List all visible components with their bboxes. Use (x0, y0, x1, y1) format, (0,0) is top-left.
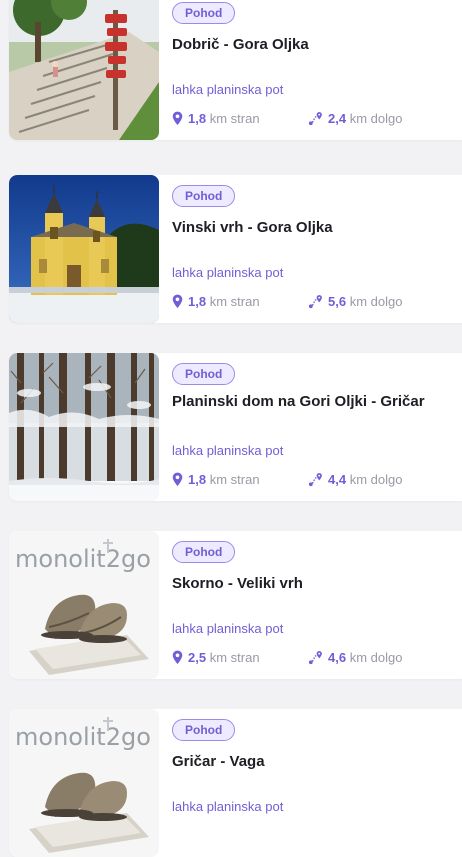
length-stat: 4,6 km dolgo (308, 649, 402, 667)
trail-thumbnail[interactable]: monolit2go (9, 531, 159, 679)
snowy-forest-photo (9, 353, 159, 501)
trail-title: Vinski vrh - Gora Oljka (172, 219, 333, 236)
map-pin-icon (172, 294, 183, 309)
trail-title: Planinski dom na Gori Oljki - Gričar (172, 393, 425, 410)
trail-difficulty: lahka planinska pot (172, 621, 284, 636)
length-label: km dolgo (349, 650, 403, 665)
length-value: 4,6 (328, 650, 347, 665)
monolit2go-boots-placeholder: monolit2go (9, 531, 159, 679)
trail-thumbnail[interactable] (9, 353, 159, 501)
trail-title: Skorno - Veliki vrh (172, 575, 303, 592)
map-pin-icon (172, 650, 183, 665)
category-badge: Pohod (172, 719, 236, 741)
trail-thumbnail[interactable] (9, 0, 159, 140)
distance-stat: 1,8 km stran (172, 293, 260, 311)
trail-stats: 1,8 km stran 5,6 km dolgo (172, 293, 462, 311)
thumb-logo: monolit2go (15, 723, 151, 751)
trail-card[interactable]: Pohod Planinski dom na Gori Oljki - Grič… (9, 353, 462, 501)
distance-label: km stran (209, 650, 260, 665)
trail-info: Pohod Skorno - Veliki vrh lahka planinsk… (172, 531, 454, 679)
trail-title: Dobrič - Gora Oljka (172, 36, 309, 53)
length-value: 2,4 (328, 111, 347, 126)
distance-value: 1,8 (188, 472, 207, 487)
monolit2go-boots-placeholder: monolit2go (9, 709, 159, 857)
trail-stats: 1,8 km stran 2,4 km dolgo (172, 110, 462, 128)
distance-stat: 2,5 km stran (172, 649, 260, 667)
church-photo (9, 175, 159, 323)
trail-difficulty: lahka planinska pot (172, 265, 284, 280)
trail-info: Pohod Gričar - Vaga lahka planinska pot (172, 709, 454, 857)
map-pin-icon (172, 472, 183, 487)
trail-thumbnail[interactable]: monolit2go (9, 709, 159, 857)
distance-label: km stran (209, 294, 260, 309)
category-badge: Pohod (172, 541, 236, 563)
length-label: km dolgo (349, 294, 403, 309)
length-stat: 5,6 km dolgo (308, 293, 402, 311)
trail-thumbnail[interactable] (9, 175, 159, 323)
trail-stats: 1,8 km stran 4,4 km dolgo (172, 471, 462, 489)
category-badge: Pohod (172, 185, 236, 207)
length-label: km dolgo (349, 111, 403, 126)
length-value: 4,4 (328, 472, 347, 487)
trail-difficulty: lahka planinska pot (172, 799, 284, 814)
trail-difficulty: lahka planinska pot (172, 443, 284, 458)
route-icon (308, 294, 323, 309)
distance-stat: 1,8 km stran (172, 110, 260, 128)
distance-value: 2,5 (188, 650, 207, 665)
trail-title: Gričar - Vaga (172, 753, 265, 770)
length-stat: 2,4 km dolgo (308, 110, 402, 128)
thumb-logo: monolit2go (15, 545, 151, 573)
category-badge: Pohod (172, 2, 236, 24)
distance-label: km stran (209, 111, 260, 126)
trail-info: Pohod Dobrič - Gora Oljka lahka planinsk… (172, 0, 454, 140)
trail-difficulty: lahka planinska pot (172, 82, 284, 97)
length-value: 5,6 (328, 294, 347, 309)
stairs-signpost-photo (9, 0, 159, 140)
length-label: km dolgo (349, 472, 403, 487)
trail-stats: 2,5 km stran 4,6 km dolgo (172, 649, 462, 667)
trail-card[interactable]: monolit2go Pohod Gričar - Vaga lahka pla… (9, 709, 462, 857)
map-pin-icon (172, 111, 183, 126)
length-stat: 4,4 km dolgo (308, 471, 402, 489)
distance-value: 1,8 (188, 111, 207, 126)
trail-info: Pohod Vinski vrh - Gora Oljka lahka plan… (172, 175, 454, 323)
trail-card[interactable]: monolit2go Pohod Skorno - Veliki vrh lah… (9, 531, 462, 679)
category-badge: Pohod (172, 363, 236, 385)
trail-card[interactable]: Pohod Vinski vrh - Gora Oljka lahka plan… (9, 175, 462, 323)
trail-card[interactable]: Pohod Dobrič - Gora Oljka lahka planinsk… (9, 0, 462, 140)
route-icon (308, 472, 323, 487)
distance-stat: 1,8 km stran (172, 471, 260, 489)
distance-value: 1,8 (188, 294, 207, 309)
trail-info: Pohod Planinski dom na Gori Oljki - Grič… (172, 353, 454, 501)
distance-label: km stran (209, 472, 260, 487)
route-icon (308, 650, 323, 665)
route-icon (308, 111, 323, 126)
